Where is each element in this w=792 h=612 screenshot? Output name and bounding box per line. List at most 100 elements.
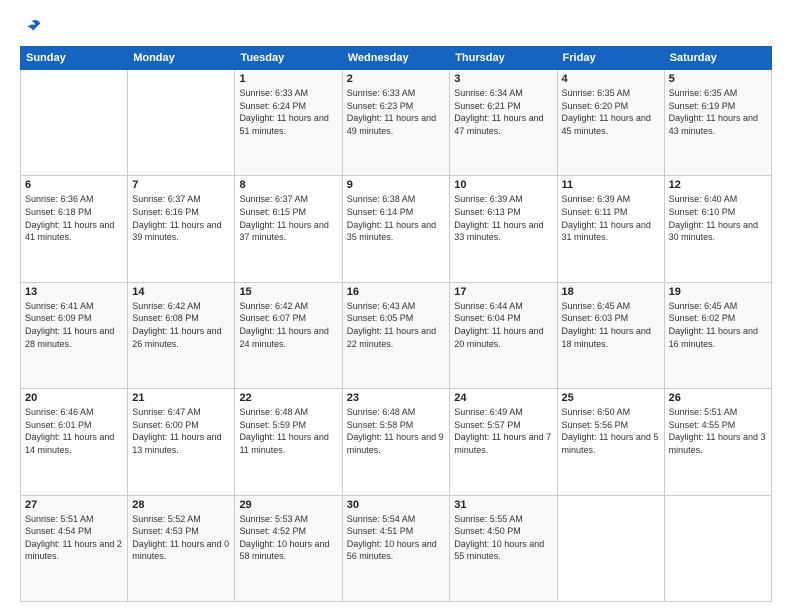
calendar: SundayMondayTuesdayWednesdayThursdayFrid… bbox=[20, 46, 772, 602]
day-info: Sunrise: 6:35 AM Sunset: 6:20 PM Dayligh… bbox=[562, 87, 660, 137]
calendar-cell: 31 Sunrise: 5:55 AM Sunset: 4:50 PM Dayli… bbox=[450, 495, 557, 601]
calendar-cell: 14Sunrise: 6:42 AM Sunset: 6:08 PM Dayli… bbox=[128, 282, 235, 388]
day-number: 24 bbox=[454, 392, 552, 404]
day-info: Sunrise: 6:48 AM Sunset: 5:59 PM Dayligh… bbox=[239, 406, 337, 456]
logo bbox=[20, 16, 44, 38]
calendar-week-3: 13 Sunrise: 6:41 AM Sunset: 6:09 PM Dayli… bbox=[21, 282, 772, 388]
day-info: Sunrise: 5:54 AM Sunset: 4:51 PM Dayligh… bbox=[347, 513, 446, 563]
day-info: Sunrise: 6:44 AM Sunset: 6:04 PM Dayligh… bbox=[454, 300, 552, 350]
calendar-header-wednesday: Wednesday bbox=[342, 47, 450, 70]
day-number: 15 bbox=[239, 286, 337, 298]
day-number: 29 bbox=[239, 499, 337, 511]
day-info: Sunrise: 6:42 AM Sunset: 6:07 PM Dayligh… bbox=[239, 300, 337, 350]
day-info: Sunrise: 5:51 AM Sunset: 4:54 PM Dayligh… bbox=[25, 513, 123, 563]
calendar-week-1: 1 Sunrise: 6:33 AM Sunset: 6:24 PM Daylig… bbox=[21, 70, 772, 176]
calendar-cell: 1 Sunrise: 6:33 AM Sunset: 6:24 PM Daylig… bbox=[235, 70, 342, 176]
day-number: 1 bbox=[239, 73, 337, 85]
calendar-cell: 28Sunrise: 5:52 AM Sunset: 4:53 PM Dayli… bbox=[128, 495, 235, 601]
calendar-cell: 5 Sunrise: 6:35 AM Sunset: 6:19 PM Daylig… bbox=[664, 70, 771, 176]
day-number: 9 bbox=[347, 179, 446, 191]
calendar-cell: 18Sunrise: 6:45 AM Sunset: 6:03 PM Dayli… bbox=[557, 282, 664, 388]
calendar-week-4: 20 Sunrise: 6:46 AM Sunset: 6:01 PM Dayli… bbox=[21, 389, 772, 495]
calendar-cell: 11 Sunrise: 6:39 AM Sunset: 6:11 PM Dayli… bbox=[557, 176, 664, 282]
calendar-header-row: SundayMondayTuesdayWednesdayThursdayFrid… bbox=[21, 47, 772, 70]
calendar-cell bbox=[128, 70, 235, 176]
calendar-cell bbox=[557, 495, 664, 601]
day-info: Sunrise: 6:40 AM Sunset: 6:10 PM Dayligh… bbox=[669, 193, 767, 243]
calendar-cell: 15 Sunrise: 6:42 AM Sunset: 6:07 PM Dayli… bbox=[235, 282, 342, 388]
calendar-cell: 7 Sunrise: 6:37 AM Sunset: 6:16 PM Daylig… bbox=[128, 176, 235, 282]
day-info: Sunrise: 6:33 AM Sunset: 6:23 PM Dayligh… bbox=[347, 87, 446, 137]
day-number: 7 bbox=[132, 179, 230, 191]
calendar-header-tuesday: Tuesday bbox=[235, 47, 342, 70]
day-number: 27 bbox=[25, 499, 123, 511]
day-number: 19 bbox=[669, 286, 767, 298]
calendar-cell: 17 Sunrise: 6:44 AM Sunset: 6:04 PM Dayli… bbox=[450, 282, 557, 388]
day-number: 22 bbox=[239, 392, 337, 404]
calendar-cell: 12 Sunrise: 6:40 AM Sunset: 6:10 PM Dayli… bbox=[664, 176, 771, 282]
day-number: 4 bbox=[562, 73, 660, 85]
calendar-cell bbox=[21, 70, 128, 176]
day-number: 13 bbox=[25, 286, 123, 298]
day-number: 14 bbox=[132, 286, 230, 298]
day-number: 21 bbox=[132, 392, 230, 404]
calendar-cell: 6Sunrise: 6:36 AM Sunset: 6:18 PM Daylig… bbox=[21, 176, 128, 282]
calendar-cell: 10Sunrise: 6:39 AM Sunset: 6:13 PM Dayli… bbox=[450, 176, 557, 282]
calendar-cell: 24 Sunrise: 6:49 AM Sunset: 5:57 PM Dayli… bbox=[450, 389, 557, 495]
day-number: 18 bbox=[562, 286, 660, 298]
day-info: Sunrise: 5:53 AM Sunset: 4:52 PM Dayligh… bbox=[239, 513, 337, 563]
calendar-header-saturday: Saturday bbox=[664, 47, 771, 70]
calendar-header-thursday: Thursday bbox=[450, 47, 557, 70]
day-info: Sunrise: 6:37 AM Sunset: 6:16 PM Dayligh… bbox=[132, 193, 230, 243]
day-number: 30 bbox=[347, 499, 446, 511]
calendar-cell: 2 Sunrise: 6:33 AM Sunset: 6:23 PM Daylig… bbox=[342, 70, 450, 176]
calendar-cell: 20 Sunrise: 6:46 AM Sunset: 6:01 PM Dayli… bbox=[21, 389, 128, 495]
day-number: 12 bbox=[669, 179, 767, 191]
day-info: Sunrise: 6:45 AM Sunset: 6:02 PM Dayligh… bbox=[669, 300, 767, 350]
calendar-cell: 19 Sunrise: 6:45 AM Sunset: 6:02 PM Dayli… bbox=[664, 282, 771, 388]
day-info: Sunrise: 6:43 AM Sunset: 6:05 PM Dayligh… bbox=[347, 300, 446, 350]
calendar-cell: 29 Sunrise: 5:53 AM Sunset: 4:52 PM Dayli… bbox=[235, 495, 342, 601]
day-info: Sunrise: 6:48 AM Sunset: 5:58 PM Dayligh… bbox=[347, 406, 446, 456]
day-number: 16 bbox=[347, 286, 446, 298]
calendar-header-monday: Monday bbox=[128, 47, 235, 70]
day-info: Sunrise: 6:39 AM Sunset: 6:11 PM Dayligh… bbox=[562, 193, 660, 243]
calendar-cell: 8 Sunrise: 6:37 AM Sunset: 6:15 PM Daylig… bbox=[235, 176, 342, 282]
calendar-cell: 13 Sunrise: 6:41 AM Sunset: 6:09 PM Dayli… bbox=[21, 282, 128, 388]
day-number: 5 bbox=[669, 73, 767, 85]
calendar-header-friday: Friday bbox=[557, 47, 664, 70]
day-info: Sunrise: 6:46 AM Sunset: 6:01 PM Dayligh… bbox=[25, 406, 123, 456]
day-info: Sunrise: 6:37 AM Sunset: 6:15 PM Dayligh… bbox=[239, 193, 337, 243]
day-info: Sunrise: 5:55 AM Sunset: 4:50 PM Dayligh… bbox=[454, 513, 552, 563]
day-number: 11 bbox=[562, 179, 660, 191]
calendar-cell: 16 Sunrise: 6:43 AM Sunset: 6:05 PM Dayli… bbox=[342, 282, 450, 388]
day-info: Sunrise: 6:36 AM Sunset: 6:18 PM Dayligh… bbox=[25, 193, 123, 243]
day-info: Sunrise: 5:51 AM Sunset: 4:55 PM Dayligh… bbox=[669, 406, 767, 456]
calendar-cell bbox=[664, 495, 771, 601]
calendar-cell: 4 Sunrise: 6:35 AM Sunset: 6:20 PM Daylig… bbox=[557, 70, 664, 176]
day-info: Sunrise: 6:41 AM Sunset: 6:09 PM Dayligh… bbox=[25, 300, 123, 350]
calendar-cell: 30 Sunrise: 5:54 AM Sunset: 4:51 PM Dayli… bbox=[342, 495, 450, 601]
calendar-cell: 22 Sunrise: 6:48 AM Sunset: 5:59 PM Dayli… bbox=[235, 389, 342, 495]
day-number: 2 bbox=[347, 73, 446, 85]
calendar-cell: 23 Sunrise: 6:48 AM Sunset: 5:58 PM Dayli… bbox=[342, 389, 450, 495]
day-info: Sunrise: 6:35 AM Sunset: 6:19 PM Dayligh… bbox=[669, 87, 767, 137]
day-number: 23 bbox=[347, 392, 446, 404]
day-number: 20 bbox=[25, 392, 123, 404]
calendar-cell: 3Sunrise: 6:34 AM Sunset: 6:21 PM Daylig… bbox=[450, 70, 557, 176]
header bbox=[20, 16, 772, 38]
day-info: Sunrise: 6:50 AM Sunset: 5:56 PM Dayligh… bbox=[562, 406, 660, 456]
day-number: 8 bbox=[239, 179, 337, 191]
day-number: 25 bbox=[562, 392, 660, 404]
page: SundayMondayTuesdayWednesdayThursdayFrid… bbox=[0, 0, 792, 612]
day-number: 17 bbox=[454, 286, 552, 298]
day-info: Sunrise: 6:49 AM Sunset: 5:57 PM Dayligh… bbox=[454, 406, 552, 456]
day-number: 10 bbox=[454, 179, 552, 191]
calendar-cell: 9 Sunrise: 6:38 AM Sunset: 6:14 PM Daylig… bbox=[342, 176, 450, 282]
day-number: 28 bbox=[132, 499, 230, 511]
calendar-header-sunday: Sunday bbox=[21, 47, 128, 70]
day-info: Sunrise: 6:34 AM Sunset: 6:21 PM Dayligh… bbox=[454, 87, 552, 137]
day-info: Sunrise: 6:38 AM Sunset: 6:14 PM Dayligh… bbox=[347, 193, 446, 243]
day-info: Sunrise: 6:33 AM Sunset: 6:24 PM Dayligh… bbox=[239, 87, 337, 137]
day-number: 31 bbox=[454, 499, 552, 511]
